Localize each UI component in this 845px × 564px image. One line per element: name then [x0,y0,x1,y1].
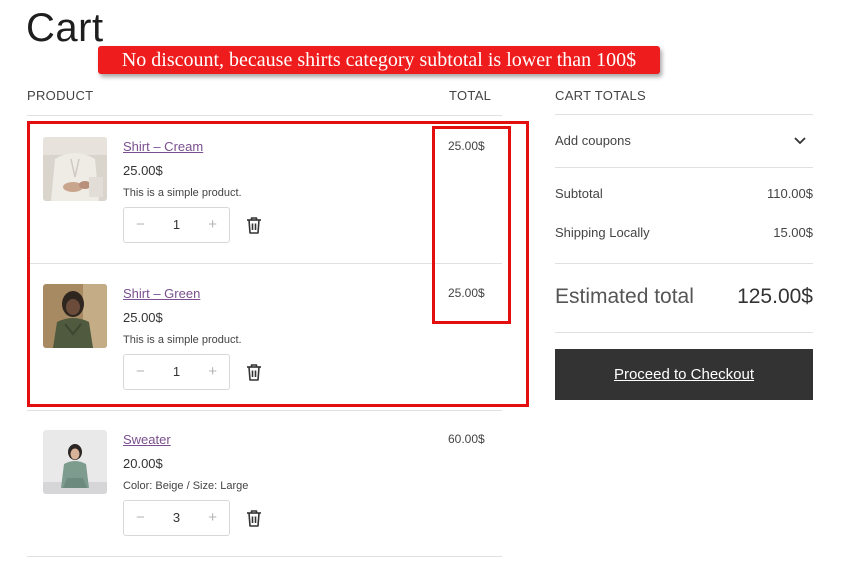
trash-icon[interactable] [245,508,263,528]
product-column-header: PRODUCT [27,88,94,103]
annotation-banner: No discount, because shirts category sub… [98,46,660,74]
add-coupons-toggle[interactable]: Add coupons [555,133,813,148]
subtotal-row: Subtotal 110.00$ [555,186,813,201]
estimated-total-value: 125.00$ [737,285,813,308]
item-divider [27,410,502,411]
coupon-label: Add coupons [555,133,631,148]
item-name-link[interactable]: Sweater [123,432,171,447]
quantity-increase-button[interactable]: + [208,509,217,526]
chevron-down-icon[interactable] [793,135,807,147]
cart-item-sweater: Sweater 20.00$ Color: Beige / Size: Larg… [27,430,502,540]
sidebar-divider [555,167,813,168]
item-line-total: 60.00$ [448,432,485,446]
sidebar-divider [555,332,813,333]
total-column-header: TOTAL [449,88,492,103]
table-bottom-divider [27,556,502,557]
proceed-to-checkout-button[interactable]: Proceed to Checkout [555,349,813,400]
cart-totals-heading: CART TOTALS [555,88,646,103]
shirts-totals-highlight-box [432,126,511,324]
product-thumbnail[interactable] [43,430,107,494]
subtotal-value: 110.00$ [766,186,813,201]
shipping-row: Shipping Locally 15.00$ [555,225,813,240]
quantity-stepper: − 3 + [123,500,230,536]
estimated-total-row: Estimated total 125.00$ [555,285,813,309]
shipping-label: Shipping Locally [555,225,650,240]
page-title: Cart [26,6,104,50]
subtotal-label: Subtotal [555,186,603,201]
table-header-divider [27,115,502,116]
sidebar-divider [555,263,813,264]
item-description: Color: Beige / Size: Large [123,480,249,492]
item-unit-price: 20.00$ [123,456,163,471]
sidebar-top-divider [555,114,813,115]
shipping-value: 15.00$ [773,225,813,240]
estimated-total-label: Estimated total [555,285,694,308]
